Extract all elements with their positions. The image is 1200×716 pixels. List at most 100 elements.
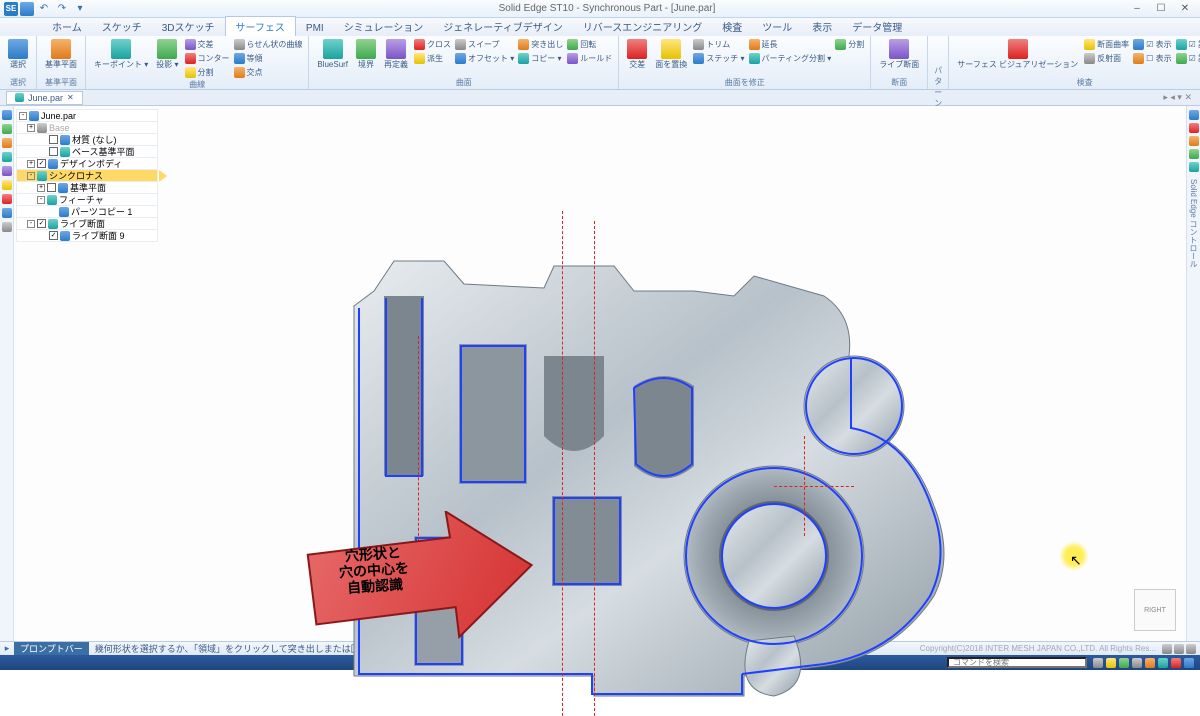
tree-expander[interactable]: + — [37, 184, 45, 192]
ribbon-tab-10[interactable]: 表示 — [802, 17, 842, 36]
ribbon-sm-3-2-1[interactable]: コピー ▾ — [518, 52, 563, 65]
ribbon-tab-11[interactable]: データ管理 — [842, 17, 912, 36]
document-tab-close[interactable]: ✕ — [67, 93, 74, 102]
prompt-icon-2[interactable] — [1174, 644, 1184, 654]
ribbon-sm-3-3-0[interactable]: 回転 — [567, 38, 612, 51]
ribbon-sm-2-0-0[interactable]: 交差 — [185, 38, 230, 51]
ribbon-sm-3-1-1[interactable]: オフセット ▾ — [455, 52, 514, 65]
ribbon-tab-7[interactable]: リバースエンジニアリング — [573, 17, 713, 36]
status-icon-5[interactable] — [1145, 658, 1155, 668]
ribbon-tab-0[interactable]: ホーム — [42, 17, 92, 36]
ribbon-sm-7-1-0[interactable]: ☑ 表示 — [1133, 38, 1171, 51]
tree-checkbox[interactable] — [47, 183, 56, 192]
ribbon-btn-project[interactable]: 投影 ▾ — [154, 38, 180, 79]
prompt-icon-1[interactable] — [1162, 644, 1172, 654]
ribbon-btn-select[interactable]: 選択 — [6, 38, 30, 70]
viewport[interactable]: 穴形状と 穴の中心を 自動認識 ↖ RIGHT — [14, 106, 1186, 641]
ribbon-tab-9[interactable]: ツール — [752, 17, 802, 36]
save-button[interactable] — [20, 2, 34, 16]
tree-checkbox[interactable]: ✓ — [49, 231, 58, 240]
status-icon-7[interactable] — [1171, 658, 1181, 668]
ribbon-sm-3-1-0[interactable]: スイープ — [455, 38, 514, 51]
ribbon-sm-7-0-1[interactable]: 反射面 — [1084, 52, 1129, 65]
tree-checkbox[interactable]: ✓ — [37, 159, 46, 168]
lt-btn-6[interactable] — [2, 180, 12, 190]
command-search-input[interactable] — [947, 657, 1087, 668]
lt-btn-9[interactable] — [2, 222, 12, 232]
ribbon-sm-3-2-0[interactable]: 突き出し — [518, 38, 563, 51]
rs-btn-5[interactable] — [1189, 162, 1199, 172]
tree-expander[interactable]: - — [27, 172, 35, 180]
lt-btn-5[interactable] — [2, 166, 12, 176]
ribbon-btn-surfvis[interactable]: サーフェス ビジュアリゼーション — [955, 38, 1080, 70]
doctab-controls[interactable]: ▸ ◂ ▾ ✕ — [1163, 92, 1200, 103]
lt-btn-8[interactable] — [2, 208, 12, 218]
minimize-button[interactable]: – — [1126, 2, 1148, 16]
ribbon-sm-4-0-1[interactable]: ステッチ ▾ — [693, 52, 744, 65]
close-button[interactable]: ✕ — [1174, 2, 1196, 16]
rs-btn-4[interactable] — [1189, 149, 1199, 159]
ribbon-btn-bluesurf[interactable]: BlueSurf — [315, 38, 350, 70]
qat-dropdown[interactable]: ▾ — [72, 1, 88, 17]
ribbon-tab-5[interactable]: シミュレーション — [334, 17, 434, 36]
tree-expander[interactable]: - — [19, 112, 27, 120]
ribbon-btn-keypoint[interactable]: キーポイント ▾ — [92, 38, 150, 79]
lt-btn-1[interactable] — [2, 110, 12, 120]
undo-button[interactable]: ↶ — [36, 1, 52, 17]
lt-btn-3[interactable] — [2, 138, 12, 148]
prompt-icon-3[interactable] — [1186, 644, 1196, 654]
redo-button[interactable]: ↷ — [54, 1, 70, 17]
ribbon-tab-1[interactable]: スケッチ — [92, 17, 152, 36]
status-icon-1[interactable] — [1093, 658, 1103, 668]
ribbon-btn-faceop[interactable]: 面を置換 — [653, 38, 689, 70]
tree-row-10[interactable]: ✓ライブ断面 9 — [16, 229, 158, 242]
ribbon-sm-4-1-0[interactable]: 延長 — [749, 38, 832, 51]
maximize-button[interactable]: ☐ — [1150, 2, 1172, 16]
ribbon-tab-3[interactable]: サーフェス — [225, 16, 296, 36]
ribbon-tab-4[interactable]: PMI — [296, 21, 334, 36]
ribbon-sm-3-0-1[interactable]: 派生 — [414, 52, 451, 65]
ribbon-sm-4-1-1[interactable]: パーティング分割 ▾ — [749, 52, 832, 65]
ribbon-sm-7-1-1[interactable]: ☐ 表示 — [1133, 52, 1171, 65]
status-icon-8[interactable] — [1184, 658, 1194, 668]
tree-checkbox[interactable] — [49, 147, 58, 156]
status-icon-4[interactable] — [1132, 658, 1142, 668]
ribbon-sm-4-2-0[interactable]: 分割 — [835, 38, 864, 51]
ribbon-btn-boundary[interactable]: 境界 — [354, 38, 378, 70]
rs-btn-2[interactable] — [1189, 123, 1199, 133]
ribbon-sm-2-1-1[interactable]: 等傾 — [234, 52, 303, 65]
ribbon-sm-3-0-0[interactable]: クロス — [414, 38, 451, 51]
lt-btn-7[interactable] — [2, 194, 12, 204]
ribbon-sm-2-0-2[interactable]: 分割 — [185, 66, 230, 79]
tree-expander[interactable]: - — [27, 220, 35, 228]
ribbon-tab-8[interactable]: 検査 — [712, 17, 752, 36]
status-icon-3[interactable] — [1119, 658, 1129, 668]
ribbon-sm-7-0-0[interactable]: 断面曲率 — [1084, 38, 1129, 51]
ribbon-sm-3-3-1[interactable]: ルールド — [567, 52, 612, 65]
tree-expander[interactable]: + — [27, 124, 35, 132]
ribbon-btn-refplane[interactable]: 基準平面 — [43, 38, 79, 70]
status-icon-6[interactable] — [1158, 658, 1168, 668]
ribbon-tab-6[interactable]: ジェネレーティブデザイン — [433, 17, 572, 36]
tree-checkbox[interactable]: ✓ — [37, 219, 46, 228]
rs-btn-1[interactable] — [1189, 110, 1199, 120]
ribbon-sm-4-0-0[interactable]: トリム — [693, 38, 744, 51]
lt-btn-2[interactable] — [2, 124, 12, 134]
tree-expander[interactable]: + — [27, 160, 35, 168]
ribbon-btn-livesect[interactable]: ライブ断面 — [877, 38, 921, 70]
ribbon-tab-2[interactable]: 3Dスケッチ — [152, 17, 225, 36]
ribbon-sm-7-2-1[interactable]: ☑ 設定 — [1176, 52, 1200, 65]
document-tab[interactable]: June.par ✕ — [6, 91, 83, 105]
rs-btn-3[interactable] — [1189, 136, 1199, 146]
ribbon-sm-2-0-1[interactable]: コンター — [185, 52, 230, 65]
ribbon-sm-7-2-0[interactable]: ☑ 設定 — [1176, 38, 1200, 51]
view-cube[interactable]: RIGHT — [1134, 589, 1176, 631]
status-icon-2[interactable] — [1106, 658, 1116, 668]
ribbon-btn-replace[interactable]: 交差 — [625, 38, 649, 70]
ribbon-sm-2-1-0[interactable]: らせん状の曲線 — [234, 38, 303, 51]
lt-btn-4[interactable] — [2, 152, 12, 162]
tree-expander[interactable]: - — [37, 196, 45, 204]
prompt-toggle[interactable]: ▸ — [0, 643, 14, 654]
ribbon-btn-redef[interactable]: 再定義 — [382, 38, 410, 70]
tree-checkbox[interactable] — [49, 135, 58, 144]
